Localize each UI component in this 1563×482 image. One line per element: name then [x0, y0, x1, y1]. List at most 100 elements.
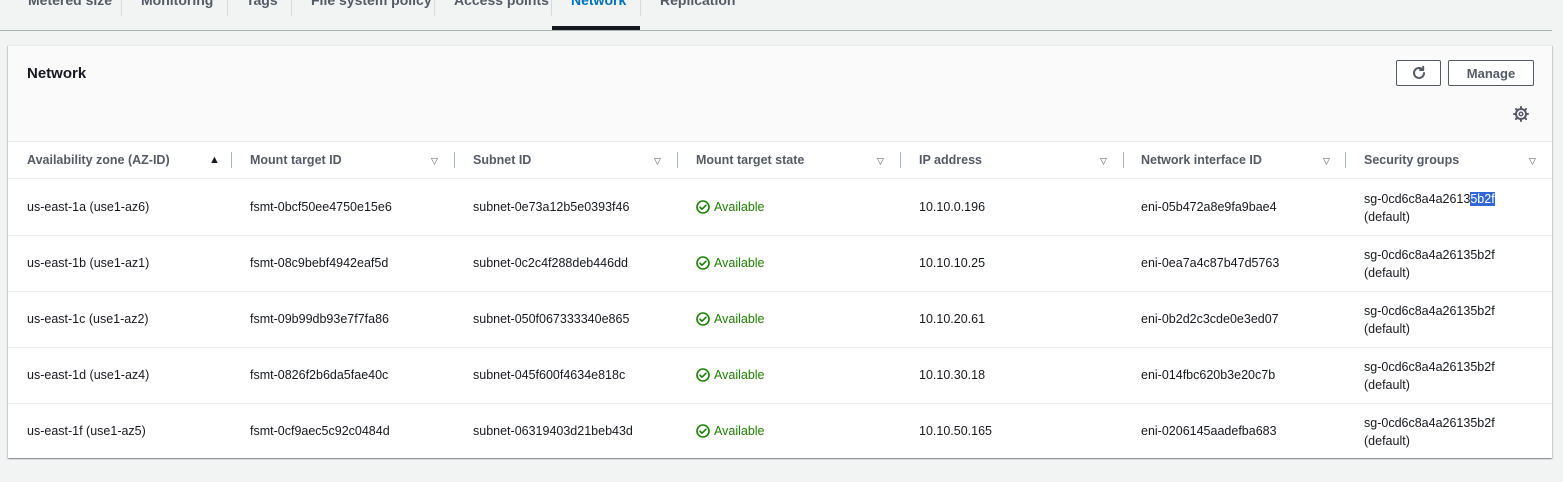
tab-divider	[434, 0, 435, 16]
tab-bar: Metered size Monitoring Tags File system…	[0, 0, 1552, 31]
security-group-default-label: (default)	[1364, 322, 1410, 336]
column-divider[interactable]	[231, 152, 232, 168]
mount-target-state-cell: Available	[696, 347, 765, 403]
security-group-id: sg-0cd6c8a4a26135b2f	[1364, 304, 1495, 318]
mount-target-id-cell: fsmt-0bcf50ee4750e15e6	[250, 200, 392, 214]
tab-replication[interactable]: Replication	[660, 0, 735, 25]
sort-caret-icon[interactable]: ▽	[1323, 156, 1330, 167]
check-circle-icon	[696, 424, 710, 438]
manage-button[interactable]: Manage	[1448, 60, 1534, 86]
ip-address-cell: 10.10.50.165	[919, 424, 992, 438]
status-indicator: Available	[696, 368, 765, 382]
column-header-mount-target-id[interactable]: Mount target ID	[250, 142, 440, 178]
column-divider[interactable]	[1123, 152, 1124, 168]
table-row[interactable]: us-east-1d (use1-az4) fsmt-0826f2b6da5fa…	[8, 347, 1552, 404]
mount-target-id-cell: fsmt-09b99db93e7f7fa86	[250, 312, 389, 326]
az-cell: us-east-1b (use1-az1)	[27, 256, 150, 270]
status-label: Available	[714, 200, 765, 214]
network-interface-id-cell: eni-014fbc620b3e20c7b	[1141, 368, 1276, 382]
network-interface-id-cell: eni-05b472a8e9fa9bae4	[1141, 200, 1277, 214]
tab-tags[interactable]: Tags	[246, 0, 278, 25]
sort-caret-icon[interactable]: ▽	[431, 156, 438, 167]
status-indicator: Available	[696, 312, 765, 326]
az-cell: us-east-1d (use1-az4)	[27, 368, 150, 382]
tab-network[interactable]: Network	[571, 0, 626, 25]
table-row[interactable]: us-east-1f (use1-az5) fsmt-0cf9aec5c92c0…	[8, 403, 1552, 459]
gear-icon[interactable]	[1513, 106, 1529, 122]
tab-divider	[227, 0, 228, 16]
az-cell: us-east-1a (use1-az6)	[27, 200, 150, 214]
column-label: Subnet ID	[473, 153, 532, 167]
refresh-icon	[1412, 65, 1425, 79]
sort-ascending-icon[interactable]: ▲	[209, 154, 220, 166]
mount-target-state-cell: Available	[696, 179, 765, 235]
security-group-id: sg-0cd6c8a4a26135b2f	[1364, 416, 1495, 430]
sort-caret-icon[interactable]: ▽	[877, 156, 884, 167]
ip-address-cell: 10.10.0.196	[919, 200, 986, 214]
security-group-id: sg-0cd6c8a4a26135b2f	[1364, 248, 1495, 262]
column-divider[interactable]	[1345, 152, 1346, 168]
text-selection: 5b2f	[1470, 192, 1495, 206]
security-groups-cell: sg-0cd6c8a4a26135b2f (default)	[1364, 190, 1495, 226]
column-label: Security groups	[1364, 153, 1460, 167]
column-label: IP address	[919, 153, 983, 167]
column-header-ip-address[interactable]: IP address	[919, 142, 1109, 178]
table-row[interactable]: us-east-1b (use1-az1) fsmt-08c9bebf4942e…	[8, 235, 1552, 292]
tab-monitoring[interactable]: Monitoring	[141, 0, 213, 25]
security-groups-cell: sg-0cd6c8a4a26135b2f (default)	[1364, 246, 1495, 282]
tab-divider	[640, 0, 641, 16]
security-group-id: sg-0cd6c8a4a2613	[1364, 192, 1471, 206]
network-interface-id-cell: eni-0206145aadefba683	[1141, 424, 1277, 438]
mount-target-state-cell: Available	[696, 235, 765, 291]
tab-access-points[interactable]: Access points	[454, 0, 549, 25]
ip-address-cell: 10.10.20.61	[919, 312, 986, 326]
tab-divider	[291, 0, 292, 16]
mount-target-state-cell: Available	[696, 403, 765, 459]
column-divider[interactable]	[900, 152, 901, 168]
table-row[interactable]: us-east-1a (use1-az6) fsmt-0bcf50ee4750e…	[8, 179, 1552, 236]
column-divider[interactable]	[677, 152, 678, 168]
column-header-az[interactable]: Availability zone (AZ-ID)	[27, 142, 227, 178]
refresh-button[interactable]	[1396, 60, 1441, 86]
check-circle-icon	[696, 312, 710, 326]
tab-file-system-policy[interactable]: File system policy	[311, 0, 432, 25]
column-header-subnet-id[interactable]: Subnet ID	[473, 142, 663, 178]
status-indicator: Available	[696, 256, 765, 270]
status-label: Available	[714, 368, 765, 382]
active-tab-indicator	[552, 26, 640, 30]
column-header-network-interface-id[interactable]: Network interface ID	[1141, 142, 1331, 178]
status-indicator: Available	[696, 200, 765, 214]
sort-caret-icon[interactable]: ▽	[654, 156, 661, 167]
security-group-id: sg-0cd6c8a4a26135b2f	[1364, 360, 1495, 374]
column-label: Mount target ID	[250, 153, 342, 167]
network-panel: Network Manage Availability zone (AZ-ID)…	[8, 45, 1552, 458]
security-groups-cell: sg-0cd6c8a4a26135b2f (default)	[1364, 358, 1495, 394]
az-cell: us-east-1c (use1-az2)	[27, 312, 149, 326]
tab-metered-size[interactable]: Metered size	[28, 0, 112, 25]
sort-caret-icon[interactable]: ▽	[1529, 156, 1536, 167]
tab-divider	[551, 0, 552, 16]
subnet-id-cell: subnet-0c2c4f288deb446dd	[473, 256, 628, 270]
status-label: Available	[714, 312, 765, 326]
sort-caret-icon[interactable]: ▽	[1100, 156, 1107, 167]
subnet-id-cell: subnet-0e73a12b5e0393f46	[473, 200, 630, 214]
column-header-mount-target-state[interactable]: Mount target state	[696, 142, 886, 178]
security-group-default-label: (default)	[1364, 210, 1410, 224]
az-cell: us-east-1f (use1-az5)	[27, 424, 146, 438]
status-indicator: Available	[696, 424, 765, 438]
subnet-id-cell: subnet-06319403d21beb43d	[473, 424, 633, 438]
subnet-id-cell: subnet-050f067333340e865	[473, 312, 630, 326]
table-row[interactable]: us-east-1c (use1-az2) fsmt-09b99db93e7f7…	[8, 291, 1552, 348]
security-group-default-label: (default)	[1364, 434, 1410, 448]
column-label: Availability zone (AZ-ID)	[27, 153, 170, 167]
column-header-security-groups[interactable]: Security groups	[1364, 142, 1524, 178]
network-interface-id-cell: eni-0ea7a4c87b47d5763	[1141, 256, 1280, 270]
mount-target-id-cell: fsmt-0cf9aec5c92c0484d	[250, 424, 390, 438]
check-circle-icon	[696, 256, 710, 270]
status-label: Available	[714, 424, 765, 438]
security-group-default-label: (default)	[1364, 378, 1410, 392]
column-divider[interactable]	[454, 152, 455, 168]
subnet-id-cell: subnet-045f600f4634e818c	[473, 368, 626, 382]
ip-address-cell: 10.10.30.18	[919, 368, 986, 382]
panel-header: Network Manage	[8, 46, 1552, 142]
